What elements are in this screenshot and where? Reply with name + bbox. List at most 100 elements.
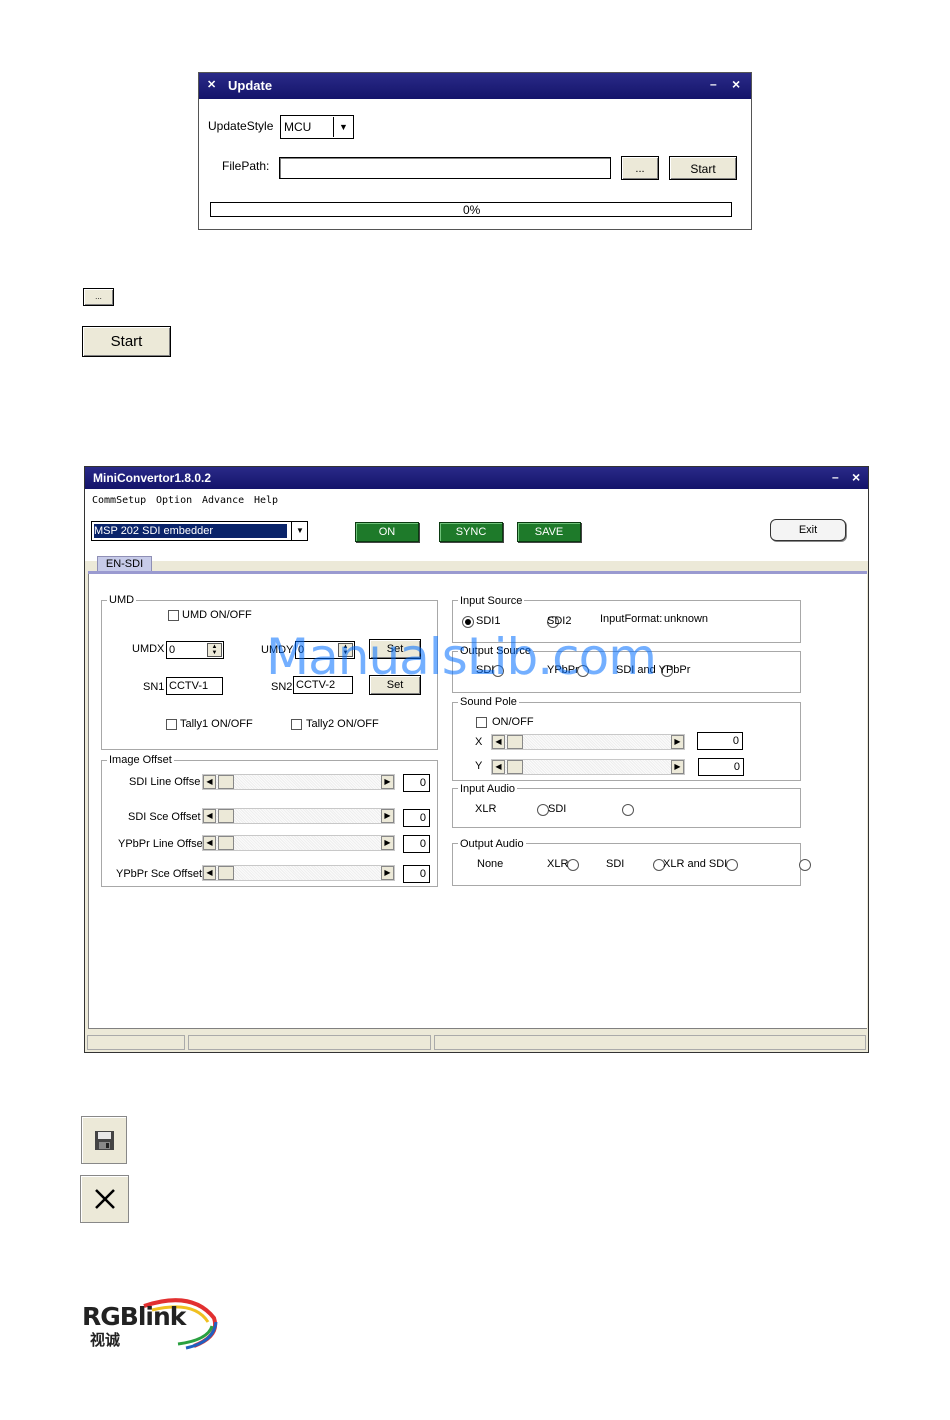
update-title: Update bbox=[228, 78, 273, 93]
file-path-label: FilePath: bbox=[222, 159, 270, 173]
status-pane bbox=[87, 1035, 185, 1050]
scroll-left-icon[interactable]: ◀ bbox=[203, 775, 216, 789]
device-select[interactable]: MSP 202 SDI embedder ▼ bbox=[91, 521, 308, 541]
floppy-disk-icon bbox=[95, 1131, 114, 1150]
tally2-label: Tally2 ON/OFF bbox=[306, 718, 379, 730]
offset-value[interactable]: 0 bbox=[403, 809, 430, 827]
menu-help[interactable]: Help bbox=[254, 495, 278, 506]
sound-x-slider[interactable]: ◀ ▶ bbox=[491, 734, 685, 750]
update-titlebar[interactable]: ✕ Update – × bbox=[199, 73, 751, 99]
menu-option[interactable]: Option bbox=[156, 495, 192, 506]
scroll-right-icon[interactable]: ▶ bbox=[381, 836, 394, 850]
minimize-button[interactable]: – bbox=[832, 470, 839, 484]
umdx-label: UMDX bbox=[132, 643, 165, 655]
scroll-left-icon[interactable]: ◀ bbox=[492, 735, 505, 749]
sound-onoff-label: ON/OFF bbox=[492, 716, 534, 728]
input-xlr-label: XLR bbox=[475, 803, 497, 815]
scroll-right-icon[interactable]: ▶ bbox=[671, 760, 684, 774]
offset-value[interactable]: 0 bbox=[403, 835, 430, 853]
menu-advance[interactable]: Advance bbox=[202, 495, 244, 506]
offset-row: YPbPr Line Offse ◀ ▶ 0 bbox=[101, 835, 438, 853]
offset-slider[interactable]: ◀ ▶ bbox=[202, 835, 395, 851]
slider-thumb[interactable] bbox=[507, 735, 523, 749]
chevron-down-icon[interactable]: ▼ bbox=[291, 522, 308, 540]
scroll-right-icon[interactable]: ▶ bbox=[381, 866, 394, 880]
chevron-down-icon[interactable]: ▼ bbox=[333, 117, 353, 137]
output-xlr-sdi-radio[interactable] bbox=[798, 859, 811, 872]
app-icon: ✕ bbox=[207, 79, 217, 91]
input-sdi1-label: SDI1 bbox=[476, 615, 501, 627]
watermark: ManualsLib.com bbox=[266, 628, 657, 686]
scroll-right-icon[interactable]: ▶ bbox=[381, 775, 394, 789]
sound-onoff-checkbox[interactable] bbox=[476, 717, 487, 728]
slider-thumb[interactable] bbox=[218, 836, 234, 850]
on-button[interactable]: ON bbox=[355, 522, 419, 542]
status-pane bbox=[188, 1035, 431, 1050]
sound-x-value[interactable]: 0 bbox=[697, 732, 743, 750]
close-button[interactable]: × bbox=[732, 76, 740, 92]
main-titlebar[interactable]: MiniConvertor1.8.0.2 – × bbox=[85, 467, 868, 489]
output-xlr-sdi-label: XLR and SDI bbox=[663, 858, 728, 870]
menu-commsetup[interactable]: CommSetup bbox=[92, 495, 146, 506]
progress-text: 0% bbox=[463, 203, 481, 217]
offset-value[interactable]: 0 bbox=[403, 774, 430, 792]
start-button-icon: Start bbox=[82, 326, 171, 357]
offset-value[interactable]: 0 bbox=[403, 865, 430, 883]
start-button[interactable]: Start bbox=[669, 156, 737, 180]
sound-y-value[interactable]: 0 bbox=[698, 758, 744, 776]
sound-y-slider[interactable]: ◀ ▶ bbox=[491, 759, 685, 775]
scroll-right-icon[interactable]: ▶ bbox=[381, 809, 394, 823]
input-audio-sdi-label: SDI bbox=[548, 803, 567, 815]
slider-thumb[interactable] bbox=[218, 775, 234, 789]
umd-onoff-checkbox[interactable] bbox=[168, 610, 179, 621]
device-select-value: MSP 202 SDI embedder bbox=[94, 524, 287, 538]
tab-en-sdi[interactable]: EN-SDI bbox=[97, 556, 152, 572]
offset-label: YPbPr Line Offse bbox=[118, 838, 203, 850]
offset-slider[interactable]: ◀ ▶ bbox=[202, 774, 395, 790]
input-format-value: unknown bbox=[664, 613, 709, 625]
scroll-left-icon[interactable]: ◀ bbox=[203, 836, 216, 850]
offset-slider[interactable]: ◀ ▶ bbox=[202, 865, 395, 881]
scroll-right-icon[interactable]: ▶ bbox=[671, 735, 684, 749]
umd-onoff-label: UMD ON/OFF bbox=[182, 609, 252, 621]
input-sdi1-radio[interactable] bbox=[462, 616, 474, 629]
sound-y-label: Y bbox=[475, 760, 483, 772]
minimize-button[interactable]: – bbox=[710, 77, 717, 91]
tally1-checkbox[interactable] bbox=[166, 719, 177, 730]
scroll-left-icon[interactable]: ◀ bbox=[203, 809, 216, 823]
output-sdi-audio-label: SDI bbox=[606, 858, 625, 870]
sound-pole-title: Sound Pole bbox=[458, 696, 519, 708]
close-button[interactable]: × bbox=[852, 469, 860, 485]
offset-label: SDI Line Offse bbox=[129, 776, 201, 788]
scroll-left-icon[interactable]: ◀ bbox=[492, 760, 505, 774]
sound-x-label: X bbox=[475, 736, 483, 748]
sn1-input[interactable]: CCTV-1 bbox=[166, 677, 223, 695]
input-audio-title: Input Audio bbox=[458, 783, 518, 795]
output-sdi-audio-radio[interactable] bbox=[725, 859, 738, 872]
input-format-label: InputFormat: bbox=[600, 613, 663, 625]
umdx-input[interactable]: 0 ▲ ▼ bbox=[166, 641, 224, 659]
browse-button-icon: ... bbox=[83, 288, 114, 306]
exit-button[interactable]: Exit bbox=[770, 519, 846, 541]
close-x-icon bbox=[95, 1189, 115, 1209]
update-style-select[interactable]: MCU ▼ bbox=[280, 115, 354, 139]
tally2-checkbox[interactable] bbox=[291, 719, 302, 730]
image-offset-title: Image Offset bbox=[107, 754, 174, 766]
logo-subtext: 视诚 bbox=[90, 1331, 121, 1349]
output-audio-title: Output Audio bbox=[458, 838, 526, 850]
slider-thumb[interactable] bbox=[218, 809, 234, 823]
offset-slider[interactable]: ◀ ▶ bbox=[202, 808, 395, 824]
sync-button[interactable]: SYNC bbox=[439, 522, 503, 542]
logo-text: RGBlink bbox=[82, 1302, 186, 1331]
slider-thumb[interactable] bbox=[507, 760, 523, 774]
update-style-value: MCU bbox=[284, 120, 312, 134]
update-window: ✕ Update – × UpdateStyle MCU ▼ FilePath:… bbox=[198, 72, 752, 230]
spin-icon[interactable]: ▲ ▼ bbox=[207, 643, 222, 657]
save-button[interactable]: SAVE bbox=[517, 522, 581, 542]
input-source-title: Input Source bbox=[458, 595, 525, 607]
scroll-left-icon[interactable]: ◀ bbox=[203, 866, 216, 880]
slider-thumb[interactable] bbox=[218, 866, 234, 880]
file-path-input[interactable] bbox=[279, 157, 611, 179]
output-xlr-label: XLR bbox=[547, 858, 569, 870]
browse-button[interactable]: ... bbox=[621, 156, 659, 180]
